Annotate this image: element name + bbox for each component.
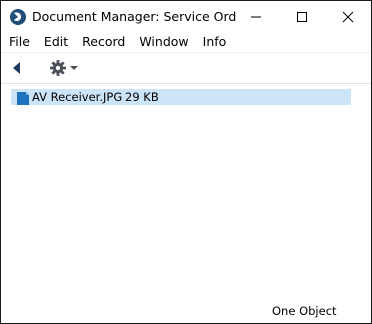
window-controls [233,1,371,32]
menu-edit[interactable]: Edit [37,32,75,52]
minimize-button[interactable] [233,1,279,32]
document-list: AV Receiver.JPG 29 KB [1,84,371,294]
title-bar[interactable]: Document Manager: Service Order: ... [1,1,371,32]
minimize-icon [251,16,261,17]
menu-info[interactable]: Info [196,32,234,52]
window-title: Document Manager: Service Order: ... [32,9,237,24]
close-icon [342,11,354,22]
menu-file[interactable]: File [2,32,37,52]
triangle-left-icon [13,62,20,74]
menu-bar: File Edit Record Window Info [1,32,371,53]
status-bar: One Object [1,301,371,323]
menu-record[interactable]: Record [75,32,132,52]
close-button[interactable] [325,1,371,32]
file-name: AV Receiver.JPG [32,90,123,104]
list-item[interactable]: AV Receiver.JPG 29 KB [11,89,351,105]
app-logo-icon [9,8,27,26]
object-count: One Object [272,304,337,318]
caret-down-icon [70,66,78,70]
toolbar [1,53,371,84]
file-size: 29 KB [125,90,159,104]
file-icon [17,92,29,105]
document-manager-window: Document Manager: Service Order: ... Fi [0,0,372,324]
back-button[interactable] [10,60,24,76]
maximize-icon [297,11,307,22]
gear-icon [50,60,66,76]
menu-window[interactable]: Window [132,32,195,52]
maximize-button[interactable] [279,1,325,32]
operations-menu-button[interactable] [49,59,79,77]
